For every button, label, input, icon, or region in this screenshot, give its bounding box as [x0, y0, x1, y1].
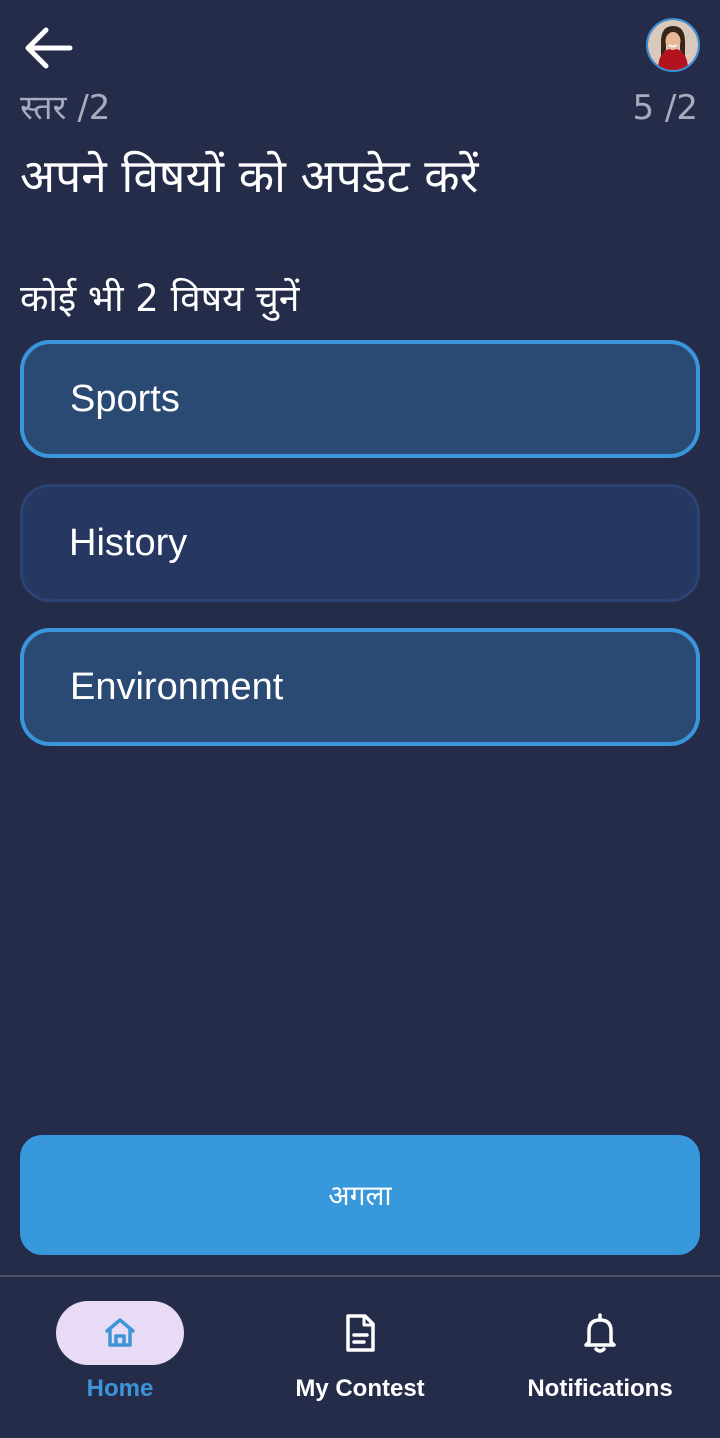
next-button[interactable]: अगला — [20, 1135, 700, 1255]
level-label: स्तर /2 — [20, 88, 111, 128]
back-button[interactable] — [18, 22, 78, 74]
screen: स्तर /2 5 /2 अपने विषयों को अपडेट करें क… — [0, 0, 720, 1438]
nav-home-pill — [56, 1301, 184, 1365]
home-icon — [105, 1318, 135, 1347]
user-avatar[interactable] — [646, 18, 700, 72]
topic-option-environment[interactable]: Environment — [20, 628, 700, 746]
document-icon — [346, 1314, 375, 1352]
topic-option-sports[interactable]: Sports — [20, 340, 700, 458]
page-title: अपने विषयों को अपडेट करें — [20, 149, 479, 203]
nav-label-home: Home — [86, 1375, 154, 1402]
topic-option-label: History — [69, 521, 188, 564]
topic-option-label: Sports — [70, 377, 180, 420]
bell-icon — [584, 1313, 616, 1353]
next-button-label: अगला — [328, 1179, 392, 1212]
nav-item-my-contest[interactable]: My Contest — [240, 1277, 480, 1438]
nav-contest-pill — [296, 1301, 424, 1365]
topic-option-label: Environment — [70, 665, 284, 708]
nav-label-notifications: Notifications — [527, 1375, 673, 1402]
nav-item-notifications[interactable]: Notifications — [480, 1277, 720, 1438]
step-count: 5 /2 — [632, 88, 698, 128]
avatar-image — [648, 20, 698, 70]
arrow-left-icon — [25, 27, 73, 69]
instruction-text: कोई भी 2 विषय चुनें — [20, 277, 300, 320]
nav-notifications-pill — [536, 1301, 664, 1365]
nav-item-home[interactable]: Home — [0, 1277, 240, 1438]
topic-option-history[interactable]: History — [20, 484, 700, 602]
nav-label-my-contest: My Contest — [295, 1375, 425, 1402]
topic-options: Sports History Environment — [20, 340, 700, 772]
bottom-nav: Home My Contest Notifications — [0, 1277, 720, 1438]
